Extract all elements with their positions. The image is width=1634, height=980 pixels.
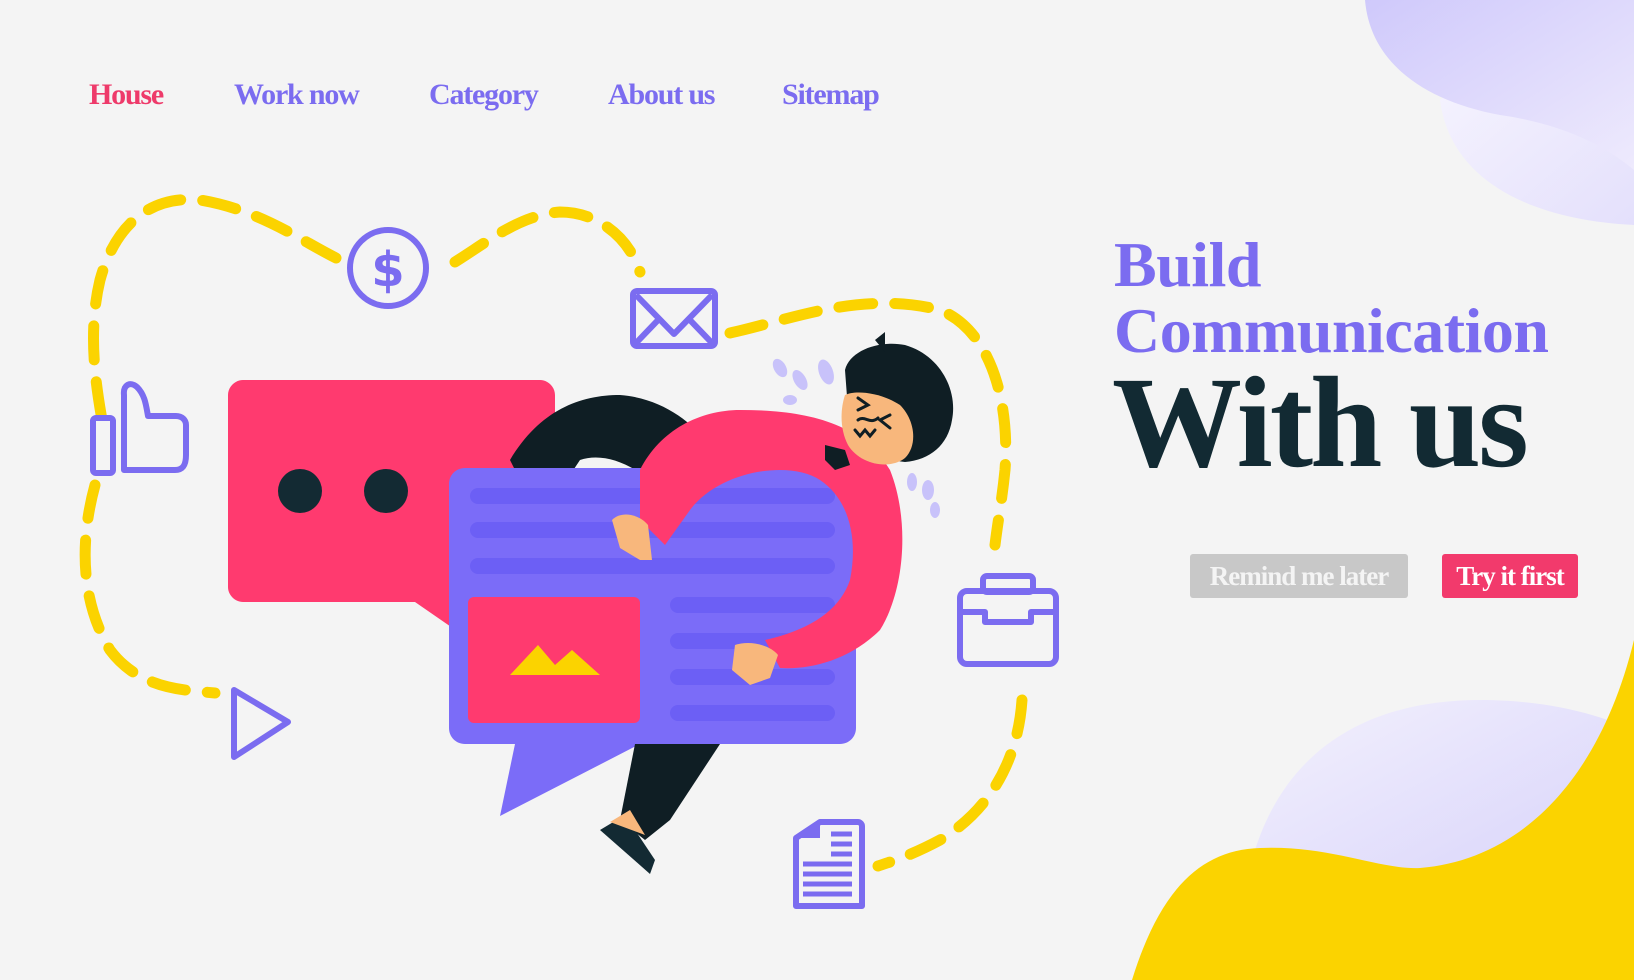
remind-me-later-button[interactable]: Remind me later — [1190, 554, 1408, 598]
typing-dot — [364, 469, 408, 513]
typing-dot — [278, 469, 322, 513]
top-navigation: House Work now Category About us Sitemap — [0, 78, 900, 118]
envelope-icon — [630, 288, 718, 349]
hero-illustration: $ — [79, 193, 1059, 909]
hero-heading: Build Communication With us — [1112, 229, 1549, 495]
image-icon — [468, 597, 640, 723]
thumbs-up-icon — [90, 381, 189, 476]
hero-title-line-3: With us — [1112, 351, 1529, 495]
hero-title-line-1: Build — [1114, 229, 1261, 300]
nav-item-sitemap[interactable]: Sitemap — [782, 78, 880, 112]
nav-item-about-us[interactable]: About us — [608, 78, 716, 112]
nav-item-category[interactable]: Category — [429, 78, 539, 112]
try-it-first-button[interactable]: Try it first — [1442, 554, 1578, 598]
nav-item-work-now[interactable]: Work now — [234, 78, 360, 112]
play-icon — [231, 687, 291, 760]
document-icon — [793, 819, 865, 909]
dollar-coin-icon: $ — [347, 227, 429, 309]
briefcase-icon — [957, 573, 1059, 667]
nav-item-house[interactable]: House — [89, 78, 164, 112]
svg-text:$: $ — [371, 242, 404, 298]
